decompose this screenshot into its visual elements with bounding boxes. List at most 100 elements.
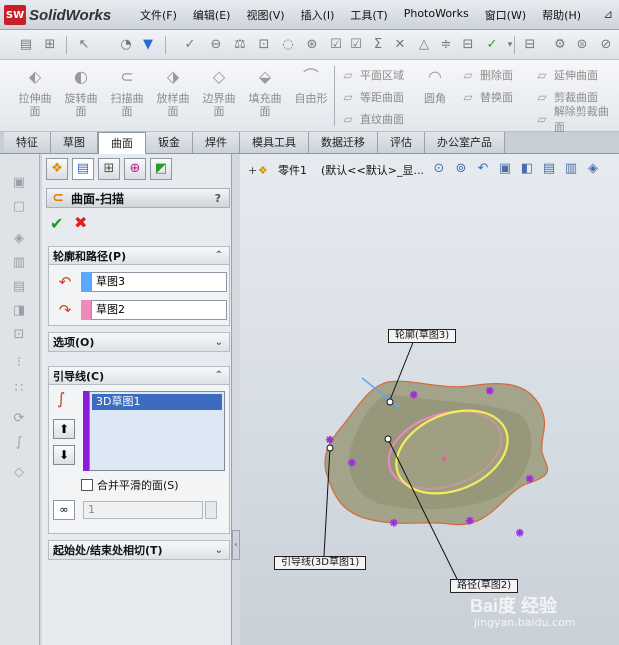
- command-button[interactable]: ▱ 解除剪裁曲面: [534, 105, 619, 134]
- command-button[interactable]: ▱ 替换面: [460, 88, 513, 106]
- merge-smooth-row[interactable]: 合并平滑的面(S): [81, 477, 179, 493]
- tool-icon[interactable]: ◇: [10, 464, 28, 482]
- tab[interactable]: 评估: [378, 132, 425, 153]
- mass-properties-icon[interactable]: ⚖: [232, 37, 248, 53]
- x-icon[interactable]: ✕: [392, 37, 408, 53]
- dropdown-icon[interactable]: ▾: [502, 37, 518, 53]
- command-button[interactable]: ▱ 直纹曲面: [340, 110, 404, 128]
- tool-icon[interactable]: ∷: [10, 380, 28, 398]
- tool-icon[interactable]: ◨: [10, 302, 28, 320]
- command-button[interactable]: ⬗ 放样曲 面: [150, 66, 196, 118]
- guide-curves-list[interactable]: 3D草图1: [89, 391, 225, 471]
- tab[interactable]: 模具工具: [240, 132, 309, 153]
- group-header[interactable]: 引导线(C) ⌃: [49, 367, 229, 385]
- show-sections-icon[interactable]: ∞: [53, 500, 75, 520]
- section-icon[interactable]: ⊡: [256, 37, 272, 53]
- fillet-button[interactable]: ◠ 圆角: [416, 66, 454, 105]
- align-icon[interactable]: ≑: [438, 37, 454, 53]
- display-manager-icon[interactable]: ◩: [150, 158, 172, 180]
- config-manager-icon[interactable]: ⊞: [98, 158, 120, 180]
- command-button[interactable]: ⌒ 自由形: [288, 66, 334, 105]
- move-down-button[interactable]: ⬇: [53, 445, 75, 465]
- feature-tree-icon[interactable]: ❖: [46, 158, 68, 180]
- guide-curve-callout[interactable]: 引导线(3D草图1): [274, 556, 367, 570]
- profile-callout[interactable]: 轮廓(草图3): [388, 329, 457, 343]
- guide-curve-item[interactable]: 3D草图1: [92, 394, 222, 410]
- command-button[interactable]: ▱ 平面区域: [340, 66, 404, 84]
- command-label: 扫描曲 面: [110, 92, 144, 118]
- filter-icon[interactable]: ▼: [140, 37, 156, 53]
- import-icon[interactable]: ⊛: [304, 37, 320, 53]
- group-header[interactable]: 轮廓和路径(P) ⌃: [49, 247, 229, 265]
- tab[interactable]: 钣金: [146, 132, 193, 153]
- tab[interactable]: 曲面: [98, 132, 146, 154]
- tool-icon[interactable]: ▥: [10, 254, 28, 272]
- sum-icon[interactable]: Σ: [370, 37, 386, 53]
- path-callout[interactable]: 路径(草图2): [450, 579, 519, 593]
- spinner[interactable]: [205, 501, 217, 519]
- open-icon[interactable]: ⊞: [42, 37, 58, 53]
- tool2-icon[interactable]: ⊜: [574, 37, 590, 53]
- command-button[interactable]: ▱ 删除面: [460, 66, 513, 84]
- group-header[interactable]: 选项(O) ⌄: [49, 333, 229, 351]
- menu-item[interactable]: 视图(V): [246, 7, 284, 23]
- pin-icon[interactable]: ⊿: [603, 7, 613, 21]
- menu-item[interactable]: 插入(I): [301, 7, 335, 23]
- tool3-icon[interactable]: ⊘: [598, 37, 614, 53]
- command-button[interactable]: ◇ 边界曲 面: [196, 66, 242, 118]
- cancel-button[interactable]: ✖: [74, 213, 87, 232]
- select-icon[interactable]: ↖: [76, 37, 92, 53]
- group-header[interactable]: 起始处/结束处相切(T) ⌄: [49, 541, 229, 559]
- tool-icon[interactable]: ▢: [10, 198, 28, 216]
- dimxpert-icon[interactable]: ⊕: [124, 158, 146, 180]
- tab[interactable]: 特征: [4, 132, 51, 153]
- menu-item[interactable]: 文件(F): [140, 7, 177, 23]
- command-button[interactable]: ⬖ 拉伸曲 面: [12, 66, 58, 118]
- command-button[interactable]: ▱ 等距曲面: [340, 88, 404, 106]
- menu-item[interactable]: PhotoWorks: [404, 7, 469, 23]
- checkbox2-icon[interactable]: ☑: [348, 37, 364, 53]
- command-label: 替换面: [480, 91, 513, 104]
- command-button[interactable]: ⊂ 扫描曲 面: [104, 66, 150, 118]
- property-manager-icon[interactable]: ▤: [72, 158, 94, 180]
- tool-icon[interactable]: ⁝: [10, 354, 28, 372]
- panel-collapse-handle[interactable]: ‹: [232, 530, 240, 560]
- profile-field[interactable]: 草图3: [91, 272, 227, 292]
- arrange-icon[interactable]: ⊟: [460, 37, 476, 53]
- tool-icon[interactable]: ⊡: [10, 326, 28, 344]
- measure-icon[interactable]: ⊖: [208, 37, 224, 53]
- move-up-button[interactable]: ⬆: [53, 419, 75, 439]
- tab[interactable]: 办公室产品: [425, 132, 505, 153]
- merge-smooth-checkbox[interactable]: [81, 479, 93, 491]
- tool-icon[interactable]: ◈: [10, 230, 28, 248]
- tool-icon[interactable]: ∫: [10, 434, 28, 452]
- tab[interactable]: 焊件: [193, 132, 240, 153]
- tab[interactable]: 数据迁移: [309, 132, 378, 153]
- guide-count-field[interactable]: 1: [83, 501, 203, 519]
- tool-icon[interactable]: ▣: [10, 174, 28, 192]
- menu-item[interactable]: 编辑(E): [193, 7, 231, 23]
- help-button[interactable]: ?: [215, 192, 221, 205]
- tab[interactable]: 草图: [51, 132, 98, 153]
- new-icon[interactable]: ▤: [18, 37, 34, 53]
- menu-item[interactable]: 帮助(H): [542, 7, 581, 23]
- command-button[interactable]: ◐ 旋转曲 面: [58, 66, 104, 118]
- tool-icon[interactable]: ▤: [10, 278, 28, 296]
- geometry-icon[interactable]: △: [416, 37, 432, 53]
- menu-item[interactable]: 窗口(W): [485, 7, 526, 23]
- checkbox-icon[interactable]: ☑: [328, 37, 344, 53]
- command-button[interactable]: ▱ 延伸曲面: [534, 66, 598, 84]
- command-button[interactable]: ⬙ 填充曲 面: [242, 66, 288, 118]
- spellcheck-icon[interactable]: ✓: [182, 37, 198, 53]
- path-field[interactable]: 草图2: [91, 300, 227, 320]
- view-icon[interactable]: ◔: [118, 37, 134, 53]
- ok-button[interactable]: ✔: [50, 214, 63, 233]
- tool-icon[interactable]: ⟳: [10, 410, 28, 428]
- menu-item[interactable]: 工具(T): [350, 7, 387, 23]
- tool-icon[interactable]: ⚙: [552, 37, 568, 53]
- check-icon[interactable]: ◌: [280, 37, 296, 53]
- svg-text:✳: ✳: [486, 387, 494, 397]
- rebuild-icon[interactable]: ✓: [484, 37, 500, 53]
- graphics-area[interactable]: + ❖ 零件1 (默认<<默认>_显... ⊙ ⊚ ↶ ▣ ◧ ▤ ▥ ◈ + …: [240, 154, 619, 645]
- options-icon[interactable]: ⊟: [522, 37, 538, 53]
